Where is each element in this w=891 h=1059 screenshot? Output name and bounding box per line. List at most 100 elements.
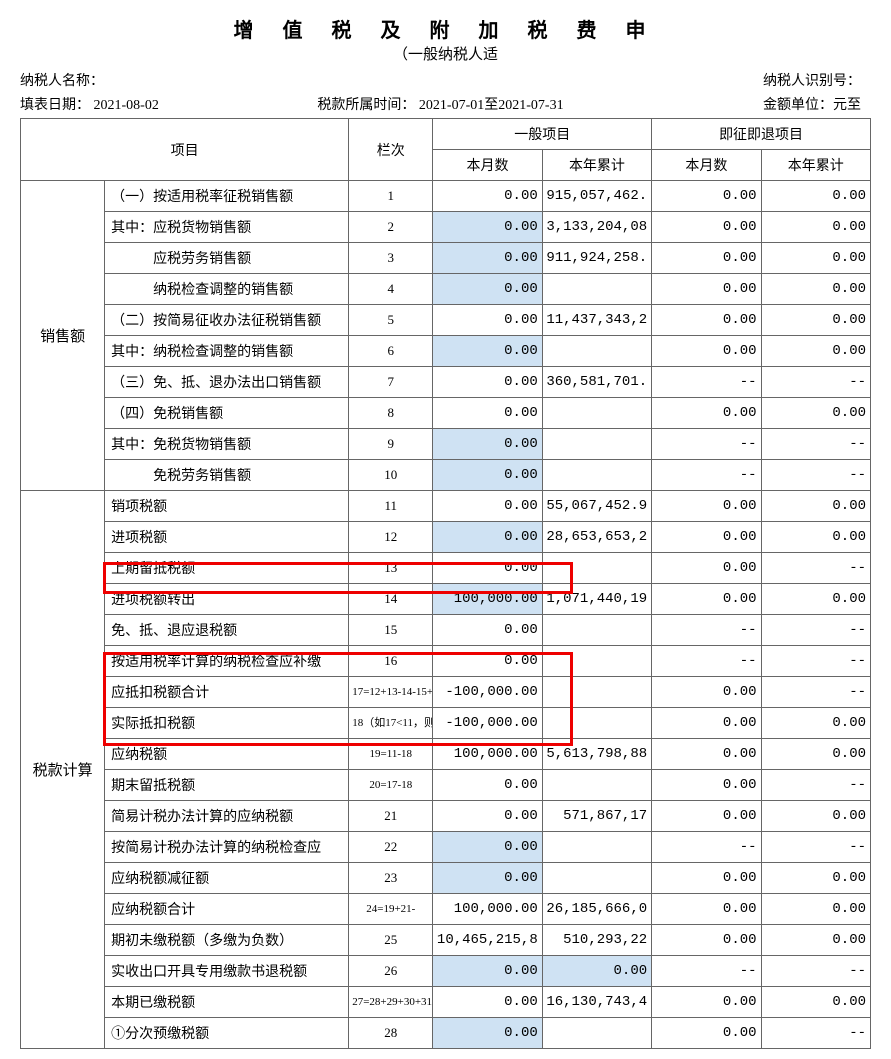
refund-month: 0.00	[652, 739, 761, 770]
general-month[interactable]: 0.00	[433, 274, 542, 305]
general-month[interactable]: 0.00	[433, 336, 542, 367]
refund-year: 0.00	[761, 708, 870, 739]
row-index: 11	[349, 491, 433, 522]
refund-year: --	[761, 1018, 870, 1049]
refund-year: 0.00	[761, 739, 870, 770]
general-month[interactable]: 0.00	[433, 863, 542, 894]
taxpayer-id-label: 纳税人识别号：	[598, 70, 871, 90]
refund-month: --	[652, 367, 761, 398]
item-name: 其中：免税货物销售额	[105, 429, 349, 460]
table-row: 期初未缴税额（多缴为负数）2510,465,215,8510,293,220.0…	[21, 925, 871, 956]
row-index: 28	[349, 1018, 433, 1049]
refund-year: --	[761, 460, 870, 491]
row-index: 8	[349, 398, 433, 429]
refund-year: 0.00	[761, 336, 870, 367]
hdr-index: 栏次	[349, 119, 433, 181]
general-year	[542, 708, 651, 739]
refund-month: --	[652, 615, 761, 646]
general-year	[542, 677, 651, 708]
general-month[interactable]: 0.00	[433, 522, 542, 553]
refund-month: 0.00	[652, 398, 761, 429]
table-row: 实收出口开具专用缴款书退税额260.000.00----	[21, 956, 871, 987]
row-index: 3	[349, 243, 433, 274]
general-month[interactable]: 100,000.00	[433, 584, 542, 615]
general-month[interactable]: 0.00	[433, 956, 542, 987]
page-title: 增 值 税 及 附 加 税 费 申	[20, 14, 871, 43]
row-index: 25	[349, 925, 433, 956]
row-index: 1	[349, 181, 433, 212]
general-year: 915,057,462.	[542, 181, 651, 212]
table-row: 其中：应税货物销售额20.003,133,204,080.000.00	[21, 212, 871, 243]
table-row: 应税劳务销售额30.00911,924,258.0.000.00	[21, 243, 871, 274]
general-year: 571,867,17	[542, 801, 651, 832]
row-index: 15	[349, 615, 433, 646]
table-row: 期末留抵税额20=17-180.000.00--	[21, 770, 871, 801]
item-name: 期末留抵税额	[105, 770, 349, 801]
general-year	[542, 1018, 651, 1049]
general-month[interactable]: 0.00	[433, 460, 542, 491]
table-row: 应纳税额合计24=19+21-100,000.0026,185,666,00.0…	[21, 894, 871, 925]
refund-year: 0.00	[761, 801, 870, 832]
page-subtitle: （一般纳税人适	[20, 43, 871, 64]
row-index: 9	[349, 429, 433, 460]
category-taxcalc: 税款计算	[21, 491, 105, 1049]
table-row: 实际抵扣税额18（如17<11，则为17，否则-100,000.000.000.…	[21, 708, 871, 739]
item-name: （二）按简易征收办法征税销售额	[105, 305, 349, 336]
general-month: 0.00	[433, 646, 542, 677]
item-name: 进项税额转出	[105, 584, 349, 615]
general-month[interactable]: 0.00	[433, 243, 542, 274]
hdr-item: 项目	[21, 119, 349, 181]
refund-month: 0.00	[652, 894, 761, 925]
item-name: 按适用税率计算的纳税检查应补缴	[105, 646, 349, 677]
table-row: 简易计税办法计算的应纳税额210.00571,867,170.000.00	[21, 801, 871, 832]
general-month[interactable]: 0.00	[433, 429, 542, 460]
period-label: 税款所属时间：	[317, 98, 415, 113]
row-index: 24=19+21-	[349, 894, 433, 925]
refund-month: 0.00	[652, 491, 761, 522]
item-name: 进项税额	[105, 522, 349, 553]
row-index: 4	[349, 274, 433, 305]
item-name: 免、抵、退应退税额	[105, 615, 349, 646]
general-year	[542, 274, 651, 305]
general-month[interactable]: 0.00	[433, 832, 542, 863]
table-row: 本期已缴税额27=28+29+30+310.0016,130,743,40.00…	[21, 987, 871, 1018]
category-sales: 销售额	[21, 181, 105, 491]
general-year: 28,653,653,2	[542, 522, 651, 553]
refund-month: 0.00	[652, 212, 761, 243]
general-year[interactable]: 0.00	[542, 956, 651, 987]
general-year	[542, 553, 651, 584]
general-year: 510,293,22	[542, 925, 651, 956]
general-month[interactable]: 0.00	[433, 1018, 542, 1049]
refund-year: 0.00	[761, 305, 870, 336]
general-month: 10,465,215,8	[433, 925, 542, 956]
refund-month: 0.00	[652, 1018, 761, 1049]
refund-month: --	[652, 429, 761, 460]
table-row: 进项税额转出14100,000.001,071,440,190.000.00	[21, 584, 871, 615]
item-name: （三）免、抵、退办法出口销售额	[105, 367, 349, 398]
refund-year: 0.00	[761, 522, 870, 553]
table-row: 上期留抵税额130.000.00--	[21, 553, 871, 584]
period-value: 2021-07-01至2021-07-31	[419, 98, 564, 113]
table-row: 销售额（一）按适用税率征税销售额10.00915,057,462.0.000.0…	[21, 181, 871, 212]
refund-month: 0.00	[652, 708, 761, 739]
refund-month: 0.00	[652, 677, 761, 708]
hdr-ref-year: 本年累计	[761, 150, 870, 181]
table-row: 税款计算销项税额110.0055,067,452.90.000.00	[21, 491, 871, 522]
general-month[interactable]: 0.00	[433, 212, 542, 243]
general-year: 55,067,452.9	[542, 491, 651, 522]
refund-month: 0.00	[652, 987, 761, 1018]
refund-year: --	[761, 429, 870, 460]
general-year	[542, 398, 651, 429]
general-year: 11,437,343,2	[542, 305, 651, 336]
refund-year: 0.00	[761, 181, 870, 212]
general-year: 360,581,701.	[542, 367, 651, 398]
item-name: 期初未缴税额（多缴为负数）	[105, 925, 349, 956]
refund-year: 0.00	[761, 491, 870, 522]
refund-month: --	[652, 956, 761, 987]
refund-month: 0.00	[652, 553, 761, 584]
refund-month: 0.00	[652, 925, 761, 956]
refund-year: --	[761, 615, 870, 646]
row-index: 5	[349, 305, 433, 336]
row-index: 13	[349, 553, 433, 584]
unit-label: 金额单位：元至	[598, 94, 871, 114]
